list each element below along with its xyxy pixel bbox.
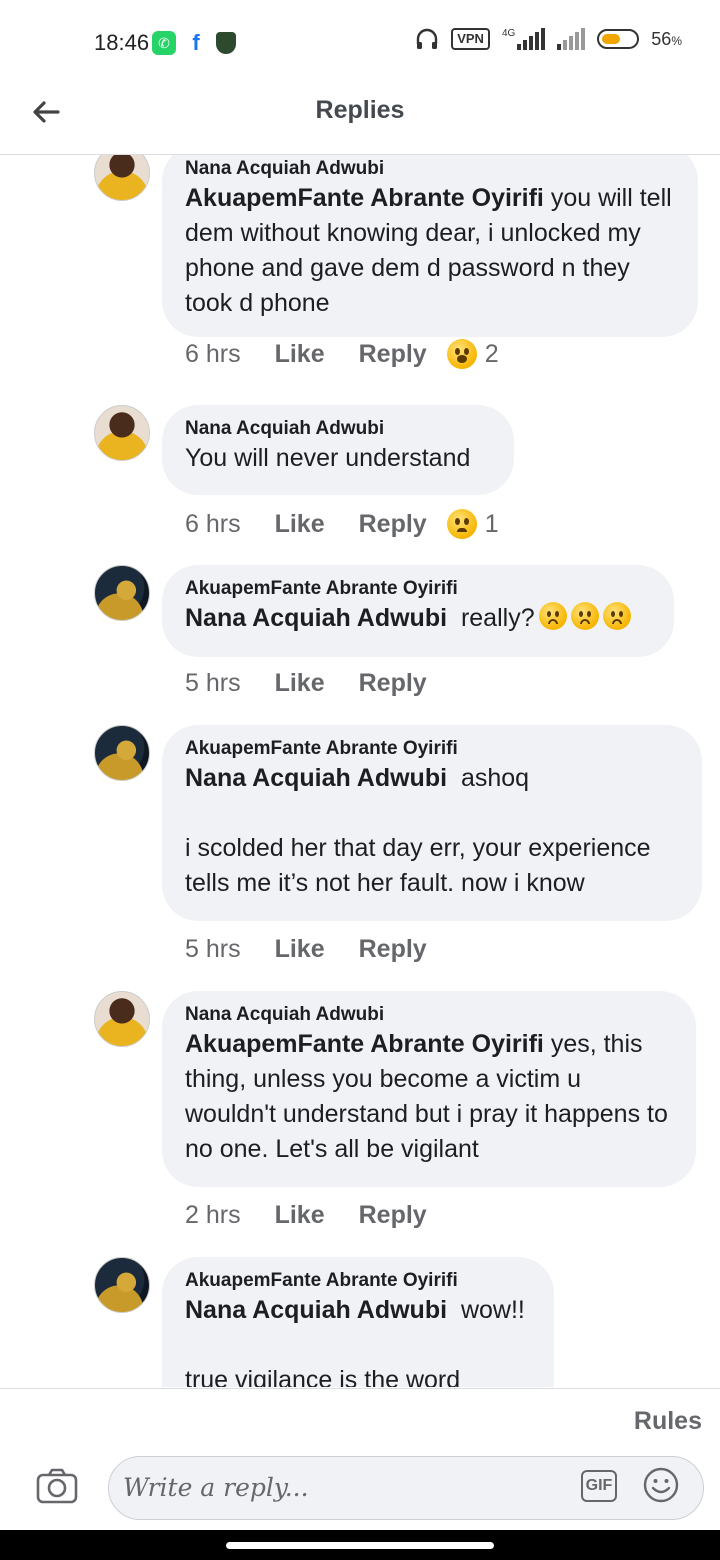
camera-icon[interactable]	[36, 1468, 78, 1504]
comment-text: Nana Acquiah Adwubi really?	[185, 601, 652, 636]
comment-author[interactable]: Nana Acquiah Adwubi	[185, 157, 676, 181]
avatar[interactable]	[94, 991, 150, 1047]
reaction-summary[interactable]: 2	[446, 339, 499, 369]
vpn-badge: VPN	[451, 28, 490, 50]
comment-author[interactable]: AkuapemFante Abrante Oyirifi	[185, 1269, 532, 1293]
comment-author[interactable]: Nana Acquiah Adwubi	[185, 1003, 674, 1027]
sad-emoji-icon	[446, 509, 477, 539]
reaction-count: 1	[484, 509, 499, 538]
status-time: 18:46	[94, 30, 150, 55]
mention-link[interactable]: Nana Acquiah Adwubi	[185, 764, 447, 792]
reply-button[interactable]: Reply	[359, 669, 427, 698]
comment-time: 6 hrs	[185, 339, 241, 368]
emoji-smile-icon[interactable]	[643, 1467, 679, 1503]
mention-link[interactable]: Nana Acquiah Adwubi	[185, 604, 447, 632]
comment-bubble[interactable]: AkuapemFante Abrante Oyirifi Nana Acquia…	[162, 565, 674, 657]
comment-author[interactable]: AkuapemFante Abrante Oyirifi	[185, 737, 680, 761]
comment-text: AkuapemFante Abrante Oyirifi you will te…	[185, 184, 672, 317]
avatar[interactable]	[94, 1257, 150, 1313]
reply-button[interactable]: Reply	[359, 510, 427, 539]
comment-time: 6 hrs	[185, 509, 241, 538]
home-indicator[interactable]	[226, 1542, 494, 1549]
mention-link[interactable]: Nana Acquiah Adwubi	[185, 1296, 447, 1324]
shield-app-icon	[216, 32, 236, 54]
comment-text: AkuapemFante Abrante Oyirifi yes, this t…	[185, 1030, 668, 1163]
comment-actions: 2 hrs Like Reply	[185, 1201, 427, 1230]
like-button[interactable]: Like	[275, 669, 325, 698]
battery-text: 56%	[651, 28, 682, 49]
gif-icon[interactable]: GIF	[581, 1470, 617, 1502]
reply-composer: Write a reply... GIF	[0, 1450, 720, 1530]
comment-text-paragraph: true vigilance is the word	[185, 1366, 461, 1387]
comment-bubble[interactable]: Nana Acquiah Adwubi You will never under…	[162, 405, 514, 495]
frown-emoji-icon	[538, 602, 567, 630]
reaction-count: 2	[484, 339, 499, 368]
reply-button[interactable]: Reply	[359, 340, 427, 369]
system-icons: VPN 4G 56%	[415, 28, 682, 50]
comment-bubble[interactable]: AkuapemFante Abrante Oyirifi Nana Acquia…	[162, 1257, 554, 1387]
rules-link[interactable]: Rules	[634, 1407, 702, 1436]
comment-actions: 6 hrs Like Reply 2	[185, 339, 499, 369]
reaction-summary[interactable]: 1	[446, 509, 499, 539]
reply-button[interactable]: Reply	[359, 1201, 427, 1230]
comment-text: Nana Acquiah Adwubi wow!!	[185, 1296, 525, 1324]
rules-bar: Rules	[0, 1388, 720, 1451]
app-header: Replies	[0, 78, 720, 155]
whatsapp-icon: ✆	[152, 31, 176, 55]
battery-icon	[597, 29, 640, 49]
comment-author[interactable]: AkuapemFante Abrante Oyirifi	[185, 577, 652, 601]
comment-time: 5 hrs	[185, 935, 241, 963]
comment-time: 5 hrs	[185, 669, 241, 697]
mention-link[interactable]: AkuapemFante Abrante Oyirifi	[185, 1030, 544, 1058]
signal-sim2-icon	[557, 28, 586, 50]
like-button[interactable]: Like	[275, 1201, 325, 1230]
avatar[interactable]	[94, 405, 150, 461]
reply-button[interactable]: Reply	[359, 935, 427, 964]
like-button[interactable]: Like	[275, 935, 325, 964]
wow-emoji-icon	[446, 339, 477, 369]
avatar[interactable]	[94, 155, 150, 201]
notification-icons: ✆ f	[152, 30, 236, 56]
comment-text: Nana Acquiah Adwubi ashoq	[185, 764, 530, 792]
like-button[interactable]: Like	[275, 510, 325, 539]
facebook-icon: f	[192, 30, 200, 55]
signal-4g-icon: 4G	[502, 28, 546, 50]
comment-list[interactable]: Nana Acquiah Adwubi AkuapemFante Abrante…	[0, 155, 720, 1387]
comment-bubble[interactable]: AkuapemFante Abrante Oyirifi Nana Acquia…	[162, 725, 702, 921]
comment-time: 2 hrs	[185, 1201, 241, 1229]
comment-text: You will never understand	[185, 444, 471, 472]
comment-bubble[interactable]: Nana Acquiah Adwubi AkuapemFante Abrante…	[162, 155, 698, 337]
frown-emoji-icon	[570, 602, 599, 630]
battery-level	[602, 34, 621, 44]
avatar[interactable]	[94, 725, 150, 781]
headphones-icon	[417, 28, 438, 49]
comment-actions: 6 hrs Like Reply 1	[185, 509, 499, 539]
comment-actions: 5 hrs Like Reply	[185, 669, 427, 698]
comment-author[interactable]: Nana Acquiah Adwubi	[185, 417, 492, 441]
mention-link[interactable]: AkuapemFante Abrante Oyirifi	[185, 184, 544, 212]
comment-bubble[interactable]: Nana Acquiah Adwubi AkuapemFante Abrante…	[162, 991, 696, 1187]
comment-actions: 5 hrs Like Reply	[185, 935, 427, 964]
status-bar: 18:46 ✆ f VPN 4G 56%	[0, 0, 720, 78]
like-button[interactable]: Like	[275, 340, 325, 369]
system-nav-bar	[0, 1530, 720, 1560]
reply-placeholder: Write a reply...	[123, 1473, 309, 1502]
comment-text-paragraph: i scolded her that day err, your experie…	[185, 834, 651, 897]
frown-emoji-icon	[602, 602, 631, 630]
avatar[interactable]	[94, 565, 150, 621]
reply-input[interactable]: Write a reply... GIF	[108, 1456, 704, 1520]
page-title: Replies	[315, 96, 405, 124]
